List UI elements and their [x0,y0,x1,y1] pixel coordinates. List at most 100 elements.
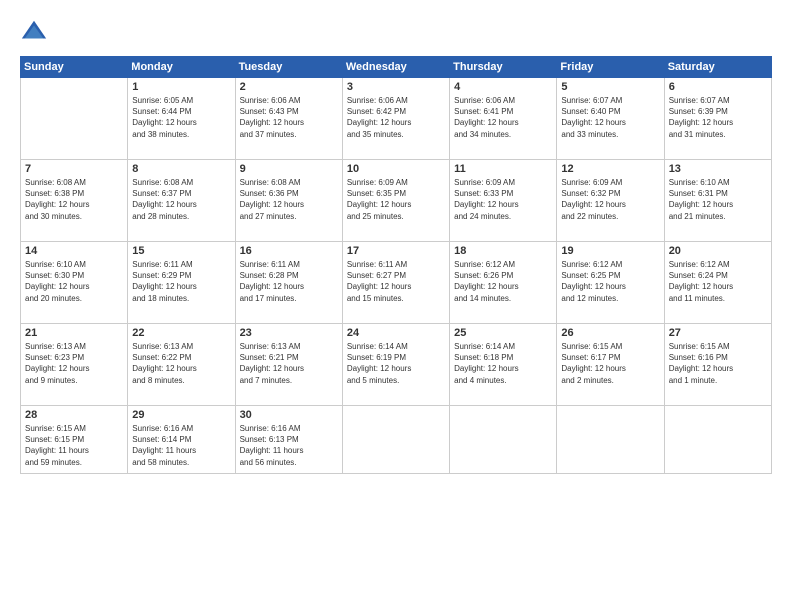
calendar-cell: 20 Sunrise: 6:12 AM Sunset: 6:24 PM Dayli… [664,242,771,324]
day-info: Sunrise: 6:09 AM Sunset: 6:32 PM Dayligh… [561,177,659,222]
day-number: 18 [454,245,552,257]
week-row-2: 7 Sunrise: 6:08 AM Sunset: 6:38 PM Daylig… [21,160,772,242]
day-info: Sunrise: 6:14 AM Sunset: 6:19 PM Dayligh… [347,341,445,386]
calendar-cell: 14 Sunrise: 6:10 AM Sunset: 6:30 PM Dayli… [21,242,128,324]
col-header-thursday: Thursday [450,57,557,78]
calendar-cell: 5 Sunrise: 6:07 AM Sunset: 6:40 PM Daylig… [557,78,664,160]
day-number: 2 [240,81,338,93]
calendar-cell: 24 Sunrise: 6:14 AM Sunset: 6:19 PM Dayli… [342,324,449,406]
day-number: 6 [669,81,767,93]
calendar-cell: 13 Sunrise: 6:10 AM Sunset: 6:31 PM Dayli… [664,160,771,242]
col-header-wednesday: Wednesday [342,57,449,78]
calendar-cell: 10 Sunrise: 6:09 AM Sunset: 6:35 PM Dayli… [342,160,449,242]
day-info: Sunrise: 6:12 AM Sunset: 6:24 PM Dayligh… [669,259,767,304]
day-number: 5 [561,81,659,93]
col-header-monday: Monday [128,57,235,78]
day-info: Sunrise: 6:09 AM Sunset: 6:33 PM Dayligh… [454,177,552,222]
day-number: 11 [454,163,552,175]
day-number: 29 [132,409,230,421]
header-row: SundayMondayTuesdayWednesdayThursdayFrid… [21,57,772,78]
day-number: 24 [347,327,445,339]
day-info: Sunrise: 6:10 AM Sunset: 6:30 PM Dayligh… [25,259,123,304]
day-info: Sunrise: 6:05 AM Sunset: 6:44 PM Dayligh… [132,95,230,140]
day-info: Sunrise: 6:12 AM Sunset: 6:26 PM Dayligh… [454,259,552,304]
day-number: 4 [454,81,552,93]
calendar-cell: 1 Sunrise: 6:05 AM Sunset: 6:44 PM Daylig… [128,78,235,160]
calendar-cell: 4 Sunrise: 6:06 AM Sunset: 6:41 PM Daylig… [450,78,557,160]
calendar-cell: 15 Sunrise: 6:11 AM Sunset: 6:29 PM Dayli… [128,242,235,324]
calendar-cell: 8 Sunrise: 6:08 AM Sunset: 6:37 PM Daylig… [128,160,235,242]
day-info: Sunrise: 6:07 AM Sunset: 6:40 PM Dayligh… [561,95,659,140]
week-row-3: 14 Sunrise: 6:10 AM Sunset: 6:30 PM Dayli… [21,242,772,324]
week-row-4: 21Sunrise: 6:13 AM Sunset: 6:23 PM Dayli… [21,324,772,406]
calendar-cell: 29 Sunrise: 6:16 AM Sunset: 6:14 PM Dayli… [128,406,235,474]
day-info: Sunrise: 6:13 AM Sunset: 6:21 PM Dayligh… [240,341,338,386]
calendar-cell: 9 Sunrise: 6:08 AM Sunset: 6:36 PM Daylig… [235,160,342,242]
day-number: 25 [454,327,552,339]
day-info: Sunrise: 6:16 AM Sunset: 6:13 PM Dayligh… [240,423,338,468]
calendar-cell: 25 Sunrise: 6:14 AM Sunset: 6:18 PM Dayli… [450,324,557,406]
week-row-1: 1 Sunrise: 6:05 AM Sunset: 6:44 PM Daylig… [21,78,772,160]
day-info: Sunrise: 6:08 AM Sunset: 6:38 PM Dayligh… [25,177,123,222]
day-number: 8 [132,163,230,175]
calendar-cell: 6 Sunrise: 6:07 AM Sunset: 6:39 PM Daylig… [664,78,771,160]
day-info: Sunrise: 6:07 AM Sunset: 6:39 PM Dayligh… [669,95,767,140]
col-header-friday: Friday [557,57,664,78]
day-info: Sunrise: 6:08 AM Sunset: 6:37 PM Dayligh… [132,177,230,222]
day-number: 1 [132,81,230,93]
day-info: Sunrise: 6:16 AM Sunset: 6:14 PM Dayligh… [132,423,230,468]
day-info: Sunrise: 6:08 AM Sunset: 6:36 PM Dayligh… [240,177,338,222]
header [20,18,772,46]
day-info: Sunrise: 6:09 AM Sunset: 6:35 PM Dayligh… [347,177,445,222]
calendar-cell: 7 Sunrise: 6:08 AM Sunset: 6:38 PM Daylig… [21,160,128,242]
day-number: 28 [25,409,123,421]
day-number: 20 [669,245,767,257]
col-header-saturday: Saturday [664,57,771,78]
logo-icon [20,18,48,46]
day-info: Sunrise: 6:13 AM Sunset: 6:22 PM Dayligh… [132,341,230,386]
day-number: 9 [240,163,338,175]
day-number: 10 [347,163,445,175]
day-number: 13 [669,163,767,175]
day-number: 14 [25,245,123,257]
day-number: 19 [561,245,659,257]
day-info: Sunrise: 6:11 AM Sunset: 6:27 PM Dayligh… [347,259,445,304]
day-info: Sunrise: 6:14 AM Sunset: 6:18 PM Dayligh… [454,341,552,386]
calendar-cell: 30 Sunrise: 6:16 AM Sunset: 6:13 PM Dayli… [235,406,342,474]
calendar-cell: 18 Sunrise: 6:12 AM Sunset: 6:26 PM Dayli… [450,242,557,324]
week-row-5: 28 Sunrise: 6:15 AM Sunset: 6:15 PM Dayli… [21,406,772,474]
day-info: Sunrise: 6:12 AM Sunset: 6:25 PM Dayligh… [561,259,659,304]
calendar-cell: 26 Sunrise: 6:15 AM Sunset: 6:17 PM Dayli… [557,324,664,406]
day-number: 16 [240,245,338,257]
day-info: Sunrise: 6:06 AM Sunset: 6:41 PM Dayligh… [454,95,552,140]
calendar-cell [664,406,771,474]
calendar-cell: 12 Sunrise: 6:09 AM Sunset: 6:32 PM Dayli… [557,160,664,242]
calendar-table: SundayMondayTuesdayWednesdayThursdayFrid… [20,56,772,474]
calendar-cell: 17Sunrise: 6:11 AM Sunset: 6:27 PM Dayli… [342,242,449,324]
calendar-cell: 27Sunrise: 6:15 AM Sunset: 6:16 PM Dayli… [664,324,771,406]
day-info: Sunrise: 6:11 AM Sunset: 6:29 PM Dayligh… [132,259,230,304]
logo [20,18,52,46]
day-info: Sunrise: 6:10 AM Sunset: 6:31 PM Dayligh… [669,177,767,222]
day-number: 12 [561,163,659,175]
day-info: Sunrise: 6:06 AM Sunset: 6:43 PM Dayligh… [240,95,338,140]
day-info: Sunrise: 6:11 AM Sunset: 6:28 PM Dayligh… [240,259,338,304]
page: SundayMondayTuesdayWednesdayThursdayFrid… [0,0,792,612]
day-number: 22 [132,327,230,339]
calendar-cell: 21Sunrise: 6:13 AM Sunset: 6:23 PM Dayli… [21,324,128,406]
day-info: Sunrise: 6:15 AM Sunset: 6:15 PM Dayligh… [25,423,123,468]
calendar-cell: 3Sunrise: 6:06 AM Sunset: 6:42 PM Daylig… [342,78,449,160]
calendar-cell [21,78,128,160]
col-header-sunday: Sunday [21,57,128,78]
calendar-cell: 22 Sunrise: 6:13 AM Sunset: 6:22 PM Dayli… [128,324,235,406]
day-number: 15 [132,245,230,257]
day-info: Sunrise: 6:06 AM Sunset: 6:42 PM Dayligh… [347,95,445,140]
calendar-cell [557,406,664,474]
day-info: Sunrise: 6:15 AM Sunset: 6:17 PM Dayligh… [561,341,659,386]
day-number: 26 [561,327,659,339]
day-number: 30 [240,409,338,421]
day-number: 7 [25,163,123,175]
calendar-cell [450,406,557,474]
day-number: 23 [240,327,338,339]
col-header-tuesday: Tuesday [235,57,342,78]
